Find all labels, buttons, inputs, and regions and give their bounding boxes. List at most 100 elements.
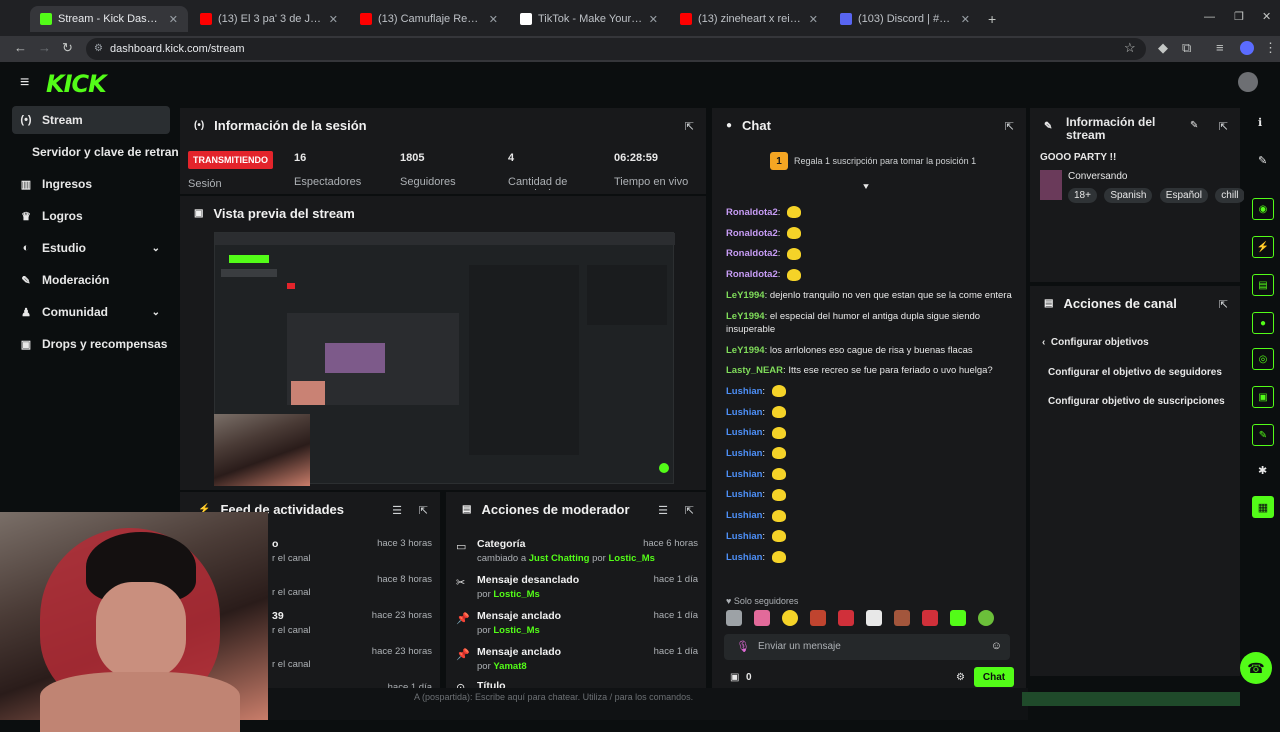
emote-icon[interactable] [978,610,994,626]
microphone-icon[interactable]: 🎙 [736,640,750,653]
tag-chip[interactable]: Español [1159,188,1208,203]
emote-icon[interactable] [782,610,798,626]
chat-message[interactable]: LeY1994: dejenlo tranquilo no ven que es… [726,289,1016,302]
sidebar-item-drops[interactable]: ▣ Drops y recompensas [12,330,170,358]
minimize-icon[interactable]: — [1204,11,1215,23]
chat-username[interactable]: Lushian [726,489,762,500]
new-tab-icon[interactable]: + [988,11,996,27]
info-icon[interactable]: ℹ [1258,116,1262,129]
emote-icon[interactable] [810,610,826,626]
edit-icon[interactable]: ✎ [1190,120,1198,131]
chat-message[interactable]: Ronaldota2: [726,268,1016,281]
rail-broadcast-button[interactable]: ◎ [1252,348,1274,370]
tab-youtube-2[interactable]: (13) Camuflaje Remix - Alexis y ✕ [350,6,508,32]
popout-icon[interactable]: ⇱ [1219,298,1228,311]
rail-wrench-button[interactable]: ✎ [1252,424,1274,446]
popout-icon[interactable]: ⇱ [685,504,694,517]
chat-message[interactable]: Lushian: [726,426,1016,439]
chat-message[interactable]: Lushian: [726,530,1016,543]
help-fab-button[interactable]: ☎ [1240,652,1272,684]
media-icon[interactable]: ≡ [1216,40,1224,55]
plugin-icon[interactable]: ✱ [1258,464,1267,477]
tab-tiktok[interactable]: TikTok - Make Your Day ✕ [510,6,668,32]
user-avatar[interactable] [1238,72,1258,92]
tag-chip[interactable]: Spanish [1104,188,1153,203]
chat-username[interactable]: Lasty_NEAR [726,365,783,376]
close-tab-icon[interactable]: ✕ [489,13,498,26]
chat-message[interactable]: LeY1994: los arrlolones eso cague de ris… [726,344,1016,357]
chat-message[interactable]: LeY1994: el especial del humor el antiga… [726,310,1016,336]
chat-username[interactable]: Lushian [726,427,762,438]
sub-goal-banner[interactable]: 1 Regala 1 suscripción para tomar la pos… [770,152,1010,170]
popout-icon[interactable]: ⇱ [1219,120,1228,133]
rail-channel-button[interactable]: ▣ [1252,386,1274,408]
menu-dots-icon[interactable]: ⋮ [1264,40,1277,56]
emote-icon[interactable] [838,610,854,626]
sidebar-item-estudio[interactable]: ◐ Estudio ⌄ [12,234,170,262]
chat-username[interactable]: Lushian [726,407,762,418]
chat-username[interactable]: Lushian [726,531,762,542]
points-icon[interactable]: ▣ [730,672,739,683]
maximize-icon[interactable]: ❐ [1234,10,1244,23]
popout-icon[interactable]: ⇱ [1005,120,1014,133]
chat-message[interactable]: Ronaldota2: [726,206,1016,219]
rail-bolt-button[interactable]: ⚡ [1252,236,1274,258]
configure-follower-goal[interactable]: Configurar el objetivo de seguidores [1048,367,1222,378]
pencil-icon[interactable]: ✎ [1258,154,1267,167]
filter-icon[interactable]: ☰ [658,504,668,517]
rail-chat-button[interactable]: ● [1252,312,1274,334]
emote-icon[interactable] [726,610,742,626]
close-tab-icon[interactable]: ✕ [961,13,970,26]
chat-message[interactable]: Ronaldota2: [726,227,1016,240]
chat-message[interactable]: Lushian: [726,447,1016,460]
close-tab-icon[interactable]: ✕ [329,13,338,26]
chat-message[interactable]: Lushian: [726,488,1016,501]
popout-icon[interactable]: ⇱ [685,120,694,133]
chat-username[interactable]: LeY1994 [726,311,765,322]
chat-settings-icon[interactable]: ⚙ [956,672,965,683]
rail-camera-button[interactable]: ◉ [1252,198,1274,220]
chat-username[interactable]: Lushian [726,386,762,397]
chat-username[interactable]: Lushian [726,552,762,563]
bookmark-star-icon[interactable]: ☆ [1124,40,1136,56]
close-tab-icon[interactable]: ✕ [649,13,658,26]
sidebar-item-moderacion[interactable]: ✎ Moderación [12,266,170,294]
tab-youtube-1[interactable]: (13) El 3 pa' 3 de Jefferson y Fr ✕ [190,6,348,32]
kick-logo[interactable]: KICK [46,70,107,98]
send-chat-button[interactable]: Chat [974,667,1014,687]
tab-discord[interactable]: (103) Discord | #general | Lc ✕ [830,6,980,32]
close-tab-icon[interactable]: ✕ [169,13,178,26]
sidebar-item-server-key[interactable]: Servidor y clave de retransm [12,138,178,166]
tag-chip[interactable]: 18+ [1068,188,1097,203]
chat-input[interactable]: 🎙 Enviar un mensaje ☺ [724,634,1010,660]
chat-username[interactable]: Ronaldota2 [726,207,778,218]
chat-message[interactable]: Lushian: [726,385,1016,398]
site-info-icon[interactable]: ⚙ [94,38,103,60]
sidebar-item-comunidad[interactable]: ♟ Comunidad ⌄ [12,298,170,326]
chat-message[interactable]: Lushian: [726,550,1016,564]
chat-username[interactable]: Lushian [726,469,762,480]
filter-icon[interactable]: ☰ [392,504,402,517]
puzzle-icon[interactable]: ⧉ [1182,40,1191,56]
pinned-toggle-icon[interactable]: ⯆ [862,182,870,193]
chat-username[interactable]: LeY1994 [726,290,765,301]
emote-icon[interactable] [950,610,966,626]
chat-username[interactable]: Ronaldota2 [726,248,778,259]
chat-username[interactable]: Lushian [726,448,762,459]
chat-message[interactable]: Lasty_NEAR: Itts ese recreo se fue para … [726,364,1016,377]
forward-icon[interactable]: → [38,40,51,55]
back-icon[interactable]: ← [14,40,27,55]
chat-username[interactable]: Ronaldota2 [726,228,778,239]
tag-chip[interactable]: chill [1215,188,1245,203]
chat-username[interactable]: Ronaldota2 [726,269,778,280]
extension-icon[interactable]: ◆ [1158,40,1168,56]
tab-kick-dashboard[interactable]: Stream - Kick Dashboard ✕ [30,6,188,32]
configure-sub-goal[interactable]: Configurar objetivo de suscripciones [1048,396,1225,407]
emote-icon[interactable] [754,610,770,626]
chat-username[interactable]: Lushian [726,510,762,521]
reload-icon[interactable]: ↻ [62,40,73,56]
chat-message[interactable]: Lushian: [726,468,1016,481]
profile-avatar[interactable] [1240,41,1254,55]
close-tab-icon[interactable]: ✕ [809,13,818,26]
rail-list-button[interactable]: ▤ [1252,274,1274,296]
